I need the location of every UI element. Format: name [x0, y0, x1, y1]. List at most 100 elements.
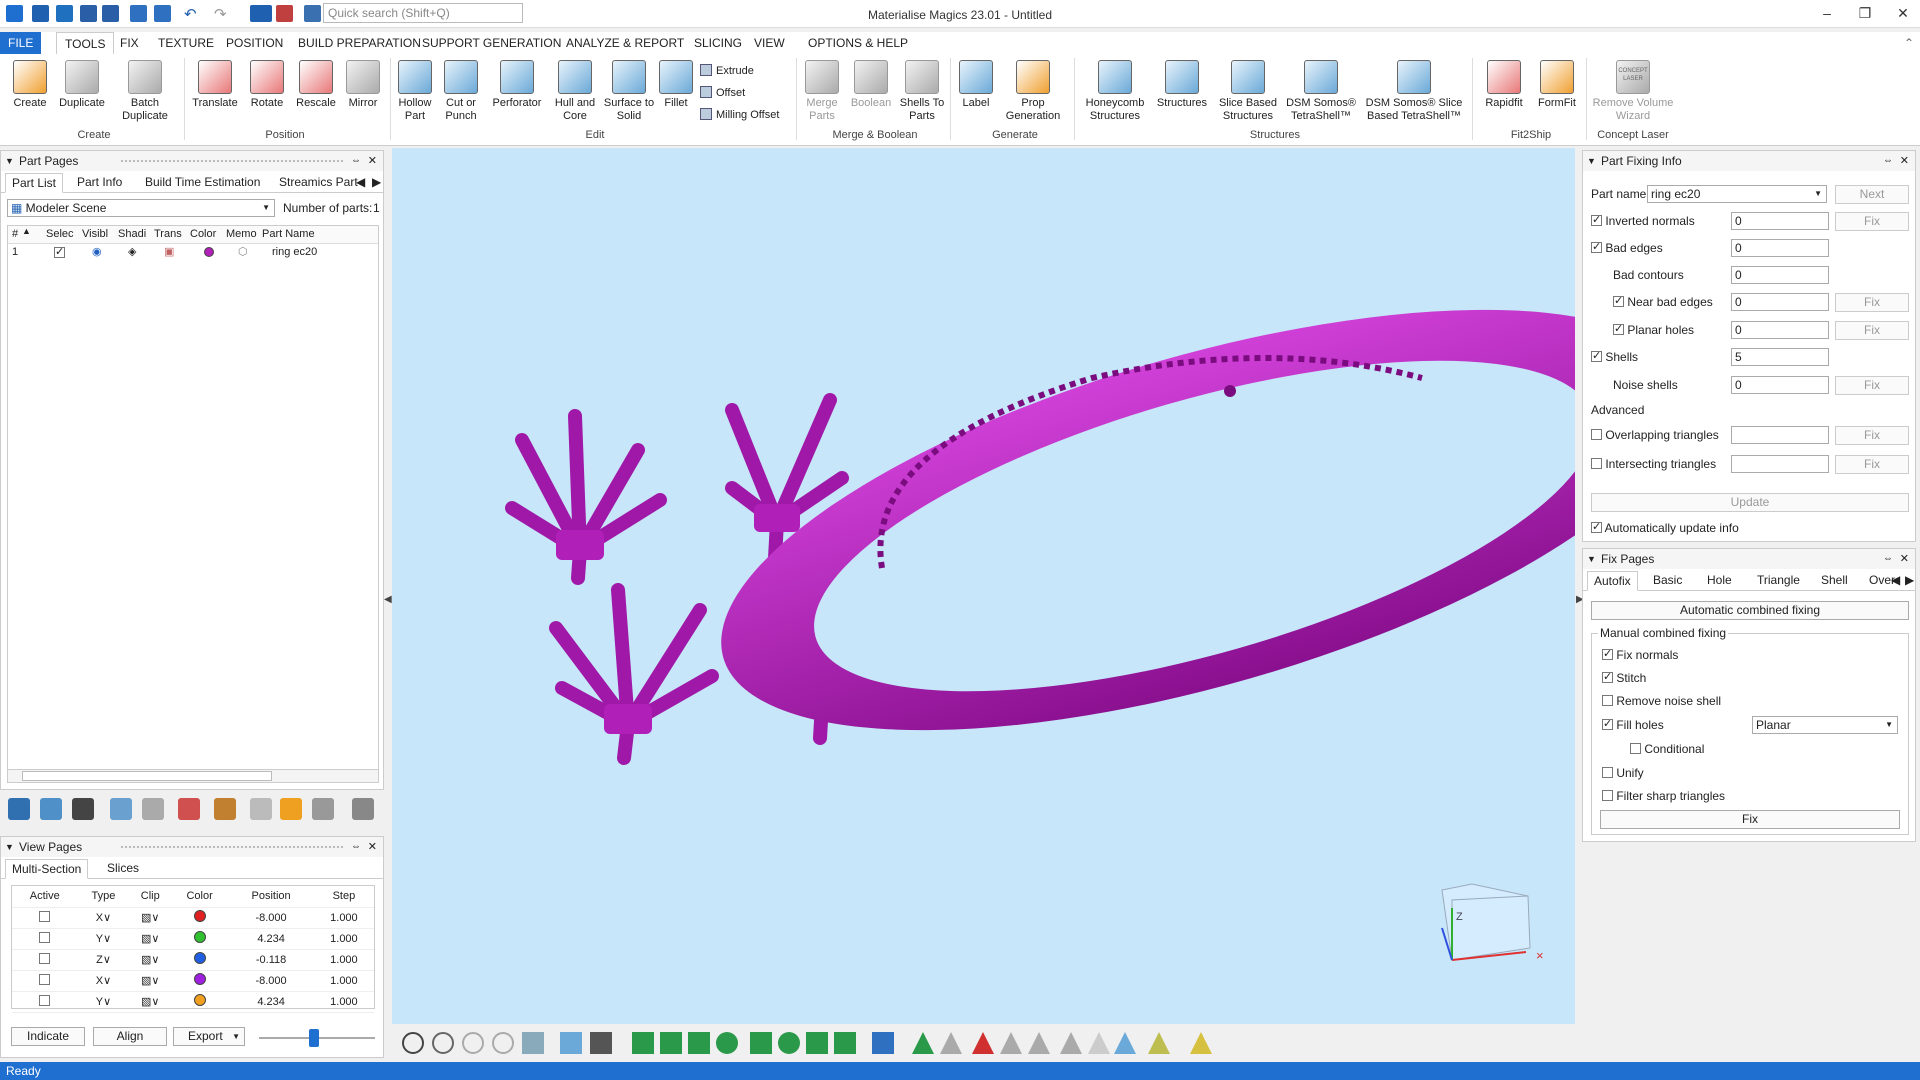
- visible-eye-icon[interactable]: ◉: [92, 245, 102, 258]
- label-button[interactable]: Label: [954, 60, 998, 110]
- 3d-viewport[interactable]: Z ×: [392, 148, 1687, 1024]
- fillet-button[interactable]: Fillet: [658, 60, 694, 110]
- indicate-button[interactable]: Indicate: [11, 1027, 85, 1046]
- section-position[interactable]: -8.000: [228, 907, 314, 929]
- close-icon[interactable]: ✕: [1900, 151, 1909, 171]
- section-step[interactable]: 1.000: [313, 928, 374, 950]
- list-options-icon[interactable]: [352, 798, 374, 820]
- settings-icon[interactable]: [304, 5, 321, 22]
- formfit-button[interactable]: FormFit: [1532, 60, 1582, 110]
- invert-marking-icon[interactable]: [1060, 1032, 1082, 1054]
- collapse-ribbon-icon[interactable]: ⌃: [1896, 32, 1920, 54]
- tab-basic[interactable]: Basic: [1647, 571, 1688, 591]
- select-all-icon[interactable]: [40, 798, 62, 820]
- batch-duplicate-button[interactable]: Batch Duplicate: [116, 60, 174, 123]
- intersecting-triangles-checkbox[interactable]: [1591, 458, 1602, 469]
- structures-button[interactable]: Structures: [1152, 60, 1212, 110]
- fix-button[interactable]: Fix: [1600, 810, 1900, 829]
- dsm-slice-tetrashell-button[interactable]: DSM Somos® Slice Based TetraShell™: [1362, 60, 1466, 123]
- select-triangle-icon[interactable]: [632, 1032, 654, 1054]
- tab-position[interactable]: POSITION: [218, 32, 291, 54]
- triangle-view-icon[interactable]: [1190, 1032, 1212, 1054]
- clip-icon[interactable]: ▧∨: [129, 949, 171, 971]
- tab-texture[interactable]: TEXTURE: [150, 32, 222, 54]
- tabs-scroll-left-icon[interactable]: ◀: [1889, 571, 1902, 591]
- hollow-part-button[interactable]: Hollow Part: [394, 60, 436, 123]
- restore-button[interactable]: ❐: [1850, 2, 1880, 24]
- table-row[interactable]: Y∨ ▧∨ 4.234 1.000: [12, 928, 374, 950]
- transparency-icon[interactable]: ▣: [164, 245, 174, 258]
- clip-icon[interactable]: ▧∨: [129, 970, 171, 992]
- fix-inverted-normals-button[interactable]: Fix: [1835, 212, 1909, 231]
- new-file-icon[interactable]: [32, 5, 49, 22]
- scrollbar-thumb[interactable]: [22, 771, 272, 781]
- mirror-button[interactable]: Mirror: [342, 60, 384, 110]
- close-window-button[interactable]: ✕: [1888, 2, 1918, 24]
- select-shell-icon[interactable]: [688, 1032, 710, 1054]
- section-type-select[interactable]: X∨: [77, 907, 130, 929]
- extrude-button[interactable]: Extrude: [700, 64, 754, 77]
- table-row[interactable]: X∨ ▧∨ -8.000 1.000: [12, 907, 374, 929]
- select-sphere-icon[interactable]: [716, 1032, 738, 1054]
- mark-edges-icon[interactable]: [1028, 1032, 1050, 1054]
- prop-generation-button[interactable]: Prop Generation: [1002, 60, 1064, 123]
- section-position[interactable]: 4.234: [228, 928, 314, 950]
- mark-triangles-icon[interactable]: [1000, 1032, 1022, 1054]
- collapse-left-panel-icon[interactable]: ◀: [384, 594, 392, 612]
- redo-icon[interactable]: ↷: [214, 5, 231, 23]
- fix-overlapping-triangles-button[interactable]: Fix: [1835, 426, 1909, 445]
- filter-sharp-triangles-checkbox[interactable]: [1602, 790, 1613, 801]
- update-button[interactable]: Update: [1591, 493, 1909, 512]
- prong-setting-1[interactable]: [505, 409, 667, 585]
- tab-fix[interactable]: FIX: [112, 32, 147, 54]
- rescale-button[interactable]: Rescale: [292, 60, 340, 110]
- hull-and-core-button[interactable]: Hull and Core: [550, 60, 600, 123]
- section-slider-thumb[interactable]: [309, 1029, 319, 1047]
- next-button[interactable]: Next: [1835, 185, 1909, 204]
- tab-multi-section[interactable]: Multi-Section: [5, 859, 89, 879]
- tab-slicing[interactable]: SLICING: [686, 32, 750, 54]
- boolean-button[interactable]: Boolean: [846, 60, 896, 110]
- close-icon[interactable]: ✕: [368, 837, 377, 857]
- pin-icon[interactable]: ⇔: [351, 837, 361, 857]
- clear-marking-icon[interactable]: [1088, 1032, 1110, 1054]
- offset-button[interactable]: Offset: [700, 86, 745, 99]
- inverted-normals-checkbox[interactable]: [1591, 213, 1602, 226]
- clip-icon[interactable]: ▧∨: [129, 928, 171, 950]
- remove-part-icon[interactable]: [178, 798, 200, 820]
- create-button[interactable]: Create: [8, 60, 52, 110]
- memo-icon[interactable]: ⬡: [238, 245, 248, 258]
- select-surface-icon[interactable]: [660, 1032, 682, 1054]
- milling-offset-button[interactable]: Milling Offset: [700, 108, 779, 121]
- bad-edges-checkbox[interactable]: [1591, 240, 1602, 253]
- import-icon[interactable]: [130, 5, 147, 22]
- tab-options-help[interactable]: OPTIONS & HELP: [800, 32, 916, 54]
- pin-icon[interactable]: ⇔: [1883, 549, 1893, 569]
- save-icon[interactable]: [80, 5, 97, 22]
- section-type-select[interactable]: Y∨: [77, 928, 130, 950]
- section-position[interactable]: 4.234: [228, 991, 314, 1013]
- merge-parts-button[interactable]: Merge Parts: [800, 60, 844, 123]
- tab-tools[interactable]: TOOLS: [56, 32, 115, 54]
- align-button[interactable]: Align: [93, 1027, 167, 1046]
- deselect-icon[interactable]: [276, 5, 293, 22]
- automatic-combined-fixing-button[interactable]: Automatic combined fixing: [1591, 601, 1909, 620]
- perforator-button[interactable]: Perforator: [488, 60, 546, 110]
- tab-part-list[interactable]: Part List: [5, 173, 64, 193]
- fill-holes-checkbox[interactable]: [1602, 717, 1613, 730]
- select-box-icon[interactable]: [750, 1032, 772, 1054]
- fix-planar-holes-button[interactable]: Fix: [1835, 321, 1909, 340]
- fix-intersecting-triangles-button[interactable]: Fix: [1835, 455, 1909, 474]
- fix-near-bad-edges-button[interactable]: Fix: [1835, 293, 1909, 312]
- export-icon[interactable]: [154, 5, 171, 22]
- select-checkbox[interactable]: [54, 245, 65, 258]
- section-step[interactable]: 1.000: [313, 970, 374, 992]
- import-part-icon[interactable]: [8, 798, 30, 820]
- pin-icon[interactable]: ⇔: [351, 151, 361, 171]
- active-checkbox[interactable]: [39, 911, 51, 922]
- honeycomb-structures-button[interactable]: Honeycomb Structures: [1080, 60, 1150, 123]
- copy-part-icon[interactable]: [142, 798, 164, 820]
- dsm-tetrashell-button[interactable]: DSM Somos® TetraShell™: [1284, 60, 1358, 123]
- section-step[interactable]: 1.000: [313, 907, 374, 929]
- close-icon[interactable]: ✕: [1900, 549, 1909, 569]
